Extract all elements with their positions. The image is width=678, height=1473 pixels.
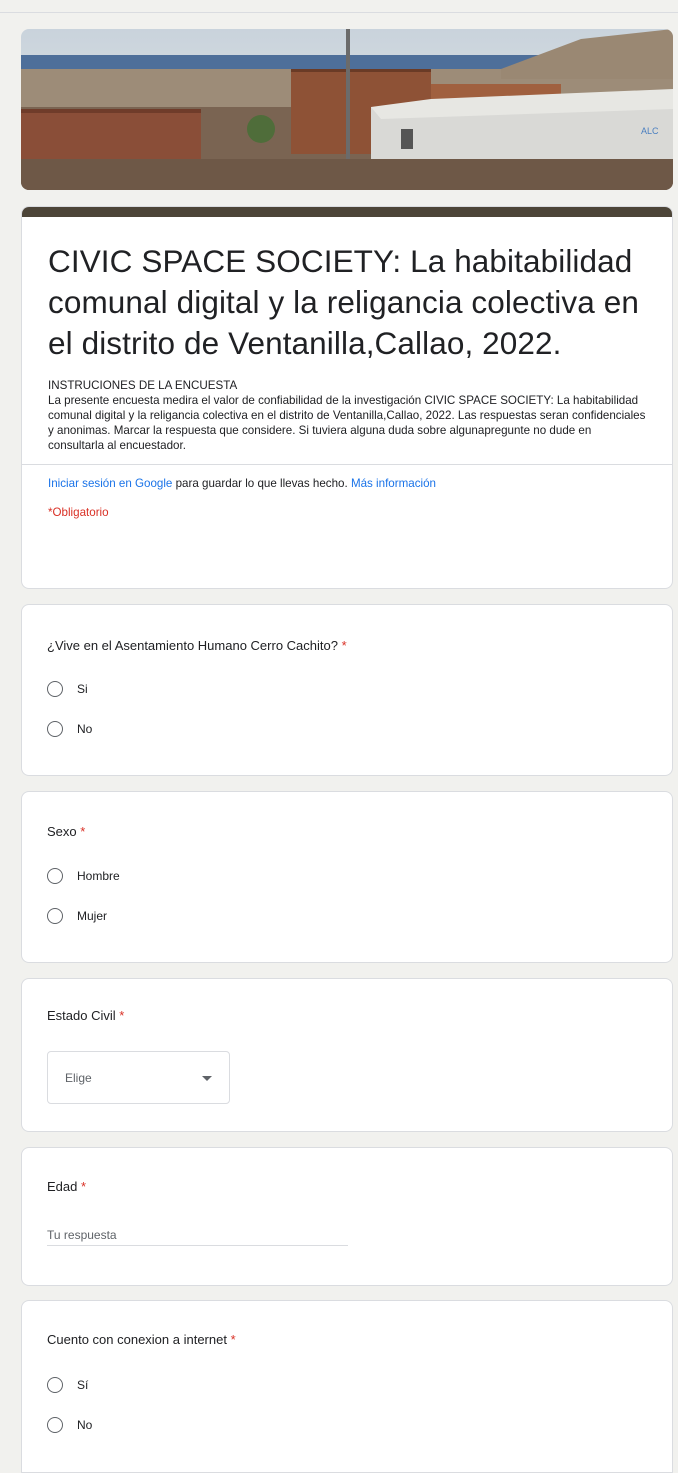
header-image: ALC — [21, 29, 673, 190]
edad-input[interactable] — [47, 1225, 348, 1246]
radio-button[interactable] — [47, 681, 63, 697]
question-card-edad: Edad * — [21, 1147, 673, 1286]
signin-text: para guardar lo que llevas hecho. — [172, 477, 351, 490]
radio-button[interactable] — [47, 868, 63, 884]
form-description: INSTRUCIONES DE LA ENCUESTA La presente … — [48, 378, 648, 453]
header-divider — [22, 464, 672, 465]
question-label: Cuento con conexion a internet * — [47, 1332, 236, 1347]
radio-button[interactable] — [47, 1377, 63, 1393]
radio-button[interactable] — [47, 1417, 63, 1433]
radio-option-no[interactable]: No — [47, 721, 92, 737]
radio-option-mujer[interactable]: Mujer — [47, 908, 107, 924]
radio-button[interactable] — [47, 721, 63, 737]
accent-bar — [22, 207, 672, 217]
svg-text:ALC: ALC — [641, 126, 659, 136]
instructions-body: La presente encuesta medira el valor de … — [48, 394, 646, 452]
radio-option-hombre[interactable]: Hombre — [47, 868, 120, 884]
question-card-estado-civil: Estado Civil * Elige — [21, 978, 673, 1132]
radio-option-si[interactable]: Si — [47, 681, 88, 697]
more-info-link[interactable]: Más información — [351, 477, 436, 490]
required-note: *Obligatorio — [48, 506, 109, 519]
instructions-heading: INSTRUCIONES DE LA ENCUESTA — [48, 379, 238, 392]
question-label: Estado Civil * — [47, 1008, 125, 1023]
radio-option-no[interactable]: No — [47, 1417, 92, 1433]
form-header-card: CIVIC SPACE SOCIETY: La habitabilidad co… — [21, 206, 673, 589]
form-title: CIVIC SPACE SOCIETY: La habitabilidad co… — [48, 243, 639, 361]
question-card-residence: ¿Vive en el Asentamiento Humano Cerro Ca… — [21, 604, 673, 776]
chevron-down-icon — [202, 1076, 212, 1081]
estado-civil-dropdown[interactable]: Elige — [47, 1051, 230, 1104]
top-divider — [0, 12, 678, 13]
dropdown-value: Elige — [65, 1070, 92, 1085]
signin-link[interactable]: Iniciar sesión en Google — [48, 477, 172, 490]
question-card-internet: Cuento con conexion a internet * Sí No — [21, 1300, 673, 1473]
radio-button[interactable] — [47, 908, 63, 924]
question-card-sexo: Sexo * Hombre Mujer — [21, 791, 673, 963]
question-label: Sexo * — [47, 824, 86, 839]
question-label: Edad * — [47, 1179, 87, 1194]
question-label: ¿Vive en el Asentamiento Humano Cerro Ca… — [47, 638, 347, 653]
signin-notice: Iniciar sesión en Google para guardar lo… — [48, 477, 648, 490]
radio-option-si[interactable]: Sí — [47, 1377, 88, 1393]
